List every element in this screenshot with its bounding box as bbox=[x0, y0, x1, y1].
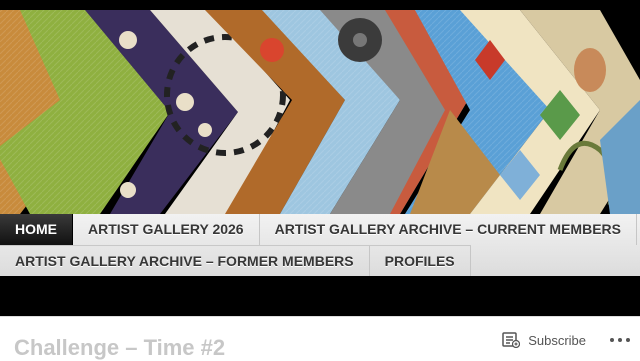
action-bar: Subscribe bbox=[498, 327, 640, 353]
subscribe-button[interactable]: Subscribe bbox=[502, 332, 586, 348]
ellipsis-icon bbox=[626, 338, 630, 342]
nav-item-profiles[interactable]: PROFILES bbox=[370, 246, 471, 276]
nav-item-archive-current-members[interactable]: ARTIST GALLERY ARCHIVE – CURRENT MEMBERS bbox=[260, 214, 637, 245]
header-banner bbox=[0, 0, 640, 214]
main-content: Challenge – Time #2 Subscribe bbox=[0, 316, 640, 361]
nav-item-artist-gallery-2026[interactable]: ARTIST GALLERY 2026 bbox=[73, 214, 260, 245]
header-spacer bbox=[0, 276, 640, 316]
subscribe-label: Subscribe bbox=[528, 332, 586, 348]
ellipsis-icon bbox=[618, 338, 622, 342]
nav-row-primary: HOME ARTIST GALLERY 2026 ARTIST GALLERY … bbox=[0, 214, 637, 245]
main-navigation: HOME ARTIST GALLERY 2026 ARTIST GALLERY … bbox=[0, 214, 640, 276]
nav-row-secondary: ARTIST GALLERY ARCHIVE – FORMER MEMBERS … bbox=[0, 245, 471, 276]
more-options-button[interactable] bbox=[610, 338, 630, 342]
nav-item-archive-former-members[interactable]: ARTIST GALLERY ARCHIVE – FORMER MEMBERS bbox=[0, 246, 370, 276]
nav-item-home[interactable]: HOME bbox=[0, 214, 73, 245]
ellipsis-icon bbox=[610, 338, 614, 342]
quilt-banner-image bbox=[0, 0, 640, 214]
reader-subscribe-icon bbox=[502, 332, 521, 348]
post-title[interactable]: Challenge – Time #2 bbox=[14, 335, 225, 361]
